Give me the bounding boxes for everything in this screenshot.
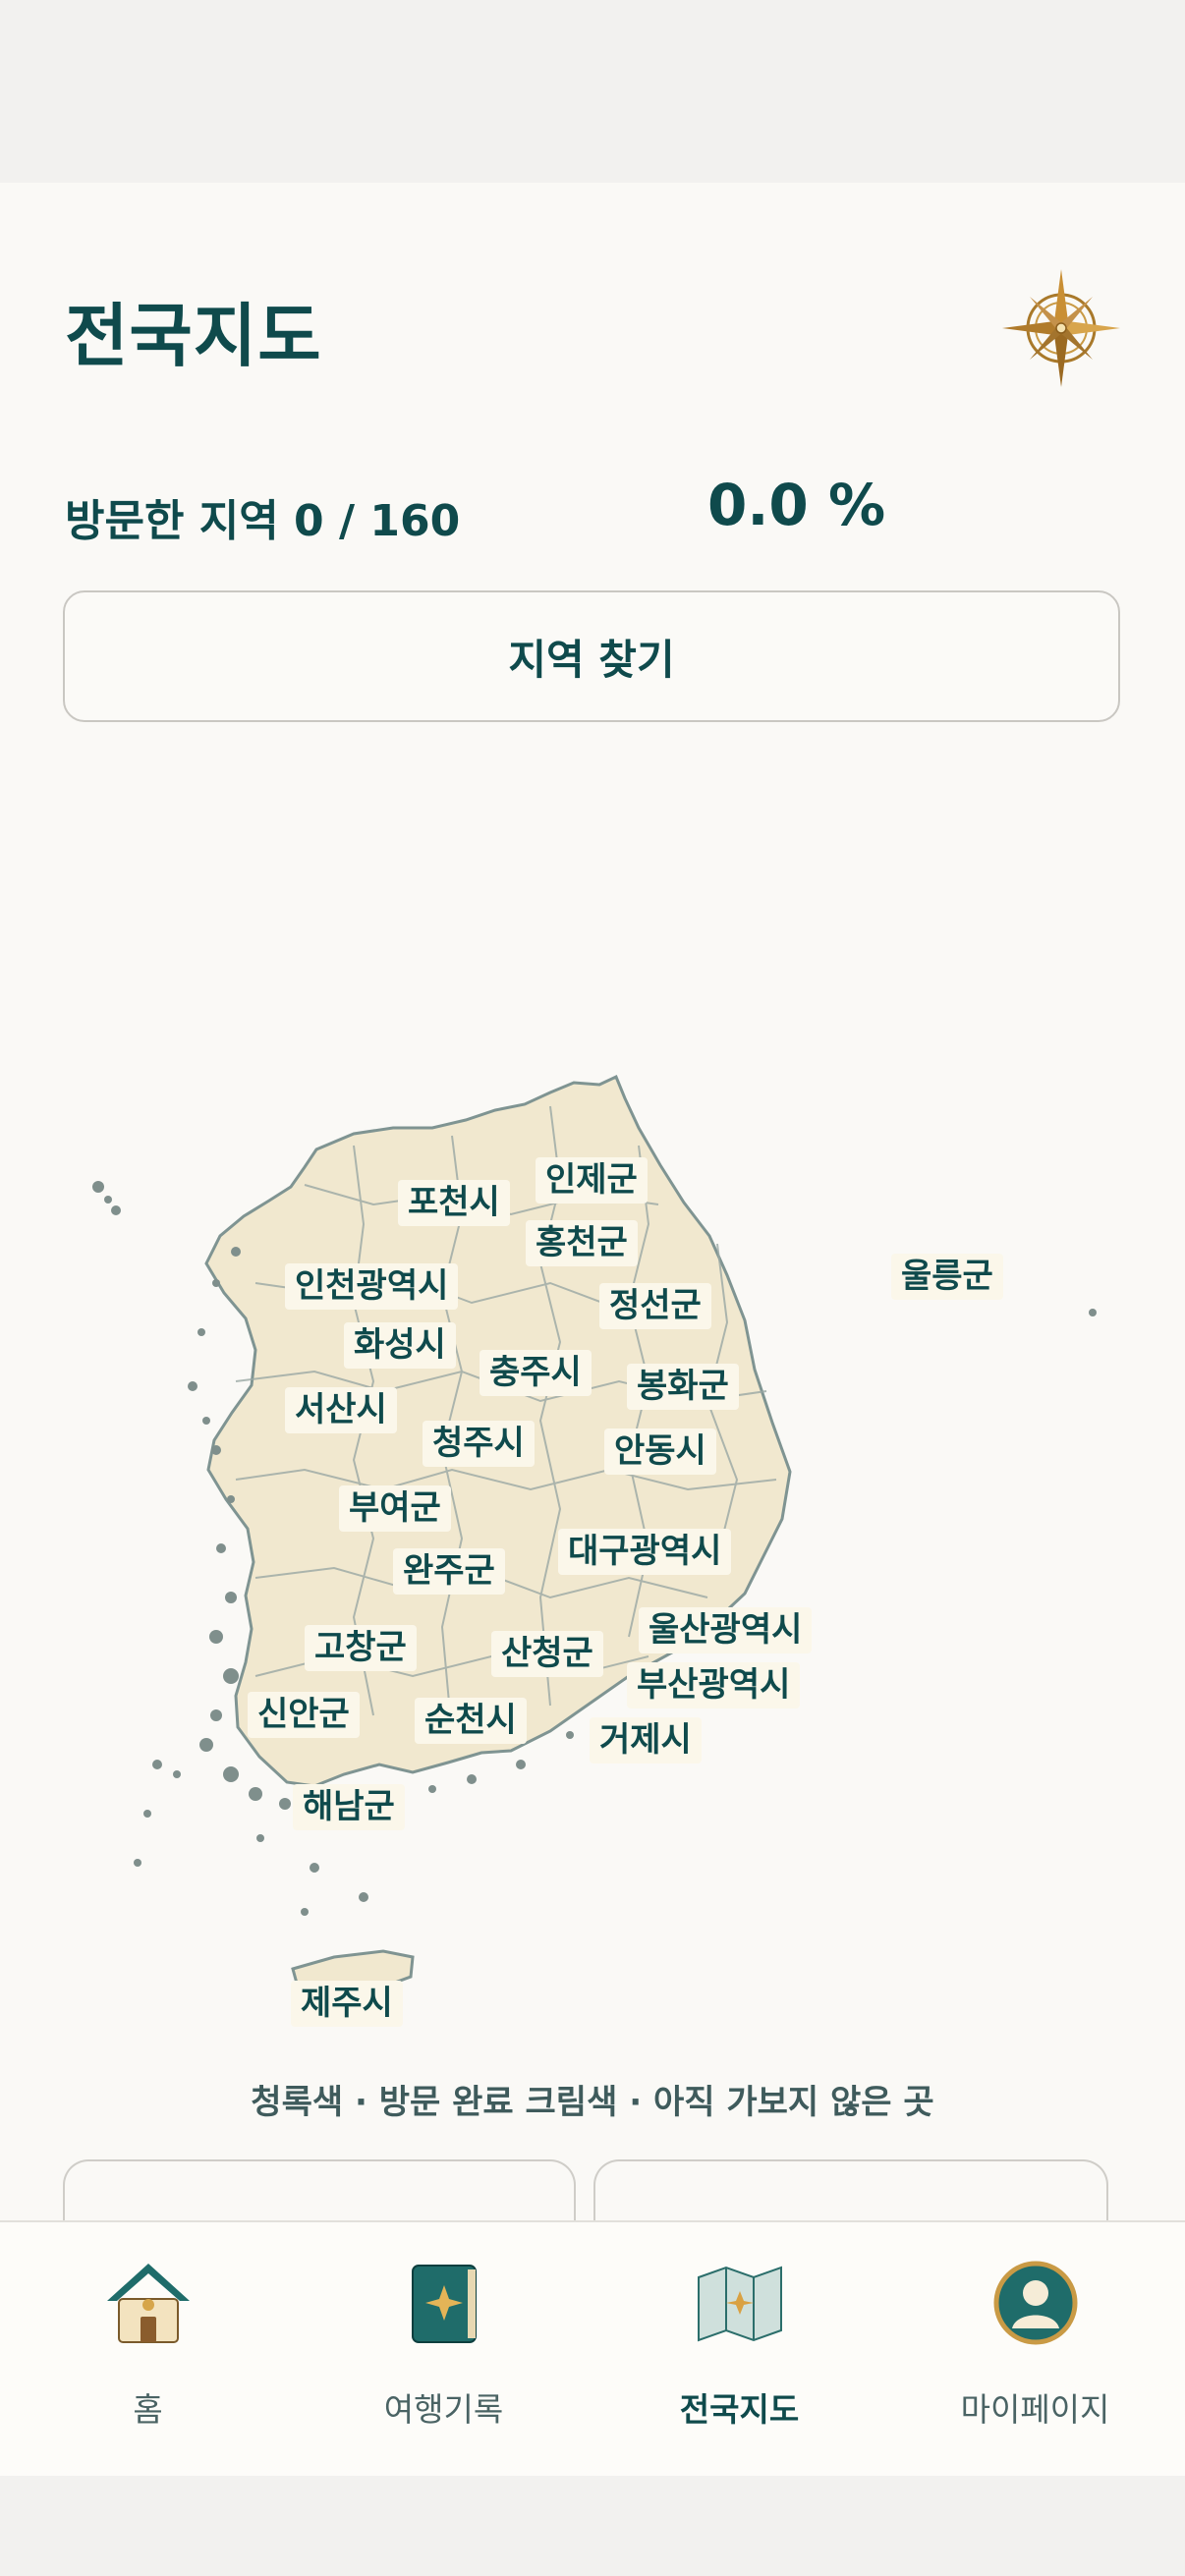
tab-label: 홈 [133,2390,163,2429]
find-region-button[interactable]: 지역 찾기 [63,590,1120,722]
region-label[interactable]: 봉화군 [627,1364,739,1411]
region-label[interactable]: 완주군 [393,1548,505,1596]
region-label[interactable]: 청주시 [423,1421,535,1468]
profile-icon [993,2261,1077,2345]
region-label[interactable]: 거제시 [590,1717,702,1764]
region-label[interactable]: 대구광역시 [558,1529,732,1576]
tab-journal[interactable]: 여행기록 [296,2222,592,2476]
region-label[interactable]: 서산시 [285,1387,397,1434]
map-legend: 청록색 · 방문 완료 크림색 · 아직 가보지 않은 곳 [251,2083,934,2122]
visited-percent: 0.0 % [707,472,886,538]
region-label[interactable]: 홍천군 [526,1220,638,1267]
region-label[interactable]: 부여군 [339,1485,451,1533]
tab-label: 전국지도 [679,2390,800,2429]
region-label[interactable]: 화성시 [344,1322,456,1370]
status-bar-area [0,0,1185,183]
region-label[interactable]: 인제군 [536,1157,648,1204]
region-label[interactable]: 충주시 [480,1350,592,1397]
region-label[interactable]: 안동시 [604,1428,716,1476]
tab-home[interactable]: 홈 [0,2222,296,2476]
map-screen: 전국지도 방문한 지역 0 / 160 0.0 % 지역 찾기 포천시 인제군 … [0,183,1185,2476]
map-icon [697,2266,782,2342]
visited-count: 방문한 지역 0 / 160 [65,496,461,546]
tab-label: 마이페이지 [960,2390,1110,2429]
korea-map-shape [92,1074,1097,1998]
region-label[interactable]: 해남군 [293,1784,405,1831]
region-label[interactable]: 순천시 [415,1698,527,1745]
korea-map[interactable]: 포천시 인제군홍천군울릉군 인천광역시 정선군화성시충주시 봉화군 서산시청주시 안동시부여… [59,870,1126,2099]
region-label[interactable]: 인천광역시 [285,1263,459,1311]
region-label[interactable]: 포천시 [398,1180,510,1227]
tab-map[interactable]: 전국지도 [592,2222,887,2476]
page-title: 전국지도 [65,296,322,376]
region-label[interactable]: 신안군 [248,1692,360,1739]
region-label[interactable]: 정선군 [599,1283,711,1330]
tab-label: 여행기록 [383,2390,504,2429]
region-label[interactable]: 산청군 [491,1631,603,1678]
region-label[interactable]: 제주시 [291,1981,403,2028]
region-label[interactable]: 울산광역시 [639,1607,813,1654]
region-label[interactable]: 부산광역시 [627,1662,801,1709]
compass-icon [1002,269,1120,387]
tab-mypage[interactable]: 마이페이지 [887,2222,1183,2476]
home-indicator-area [0,2476,1185,2576]
region-label[interactable]: 고창군 [305,1625,417,1672]
journal-icon [411,2265,477,2343]
home-icon [106,2264,190,2343]
bottom-tab-bar: 홈 여행기록 전국지도 마이페이지 [0,2220,1185,2476]
region-label[interactable]: 울릉군 [891,1254,1003,1301]
